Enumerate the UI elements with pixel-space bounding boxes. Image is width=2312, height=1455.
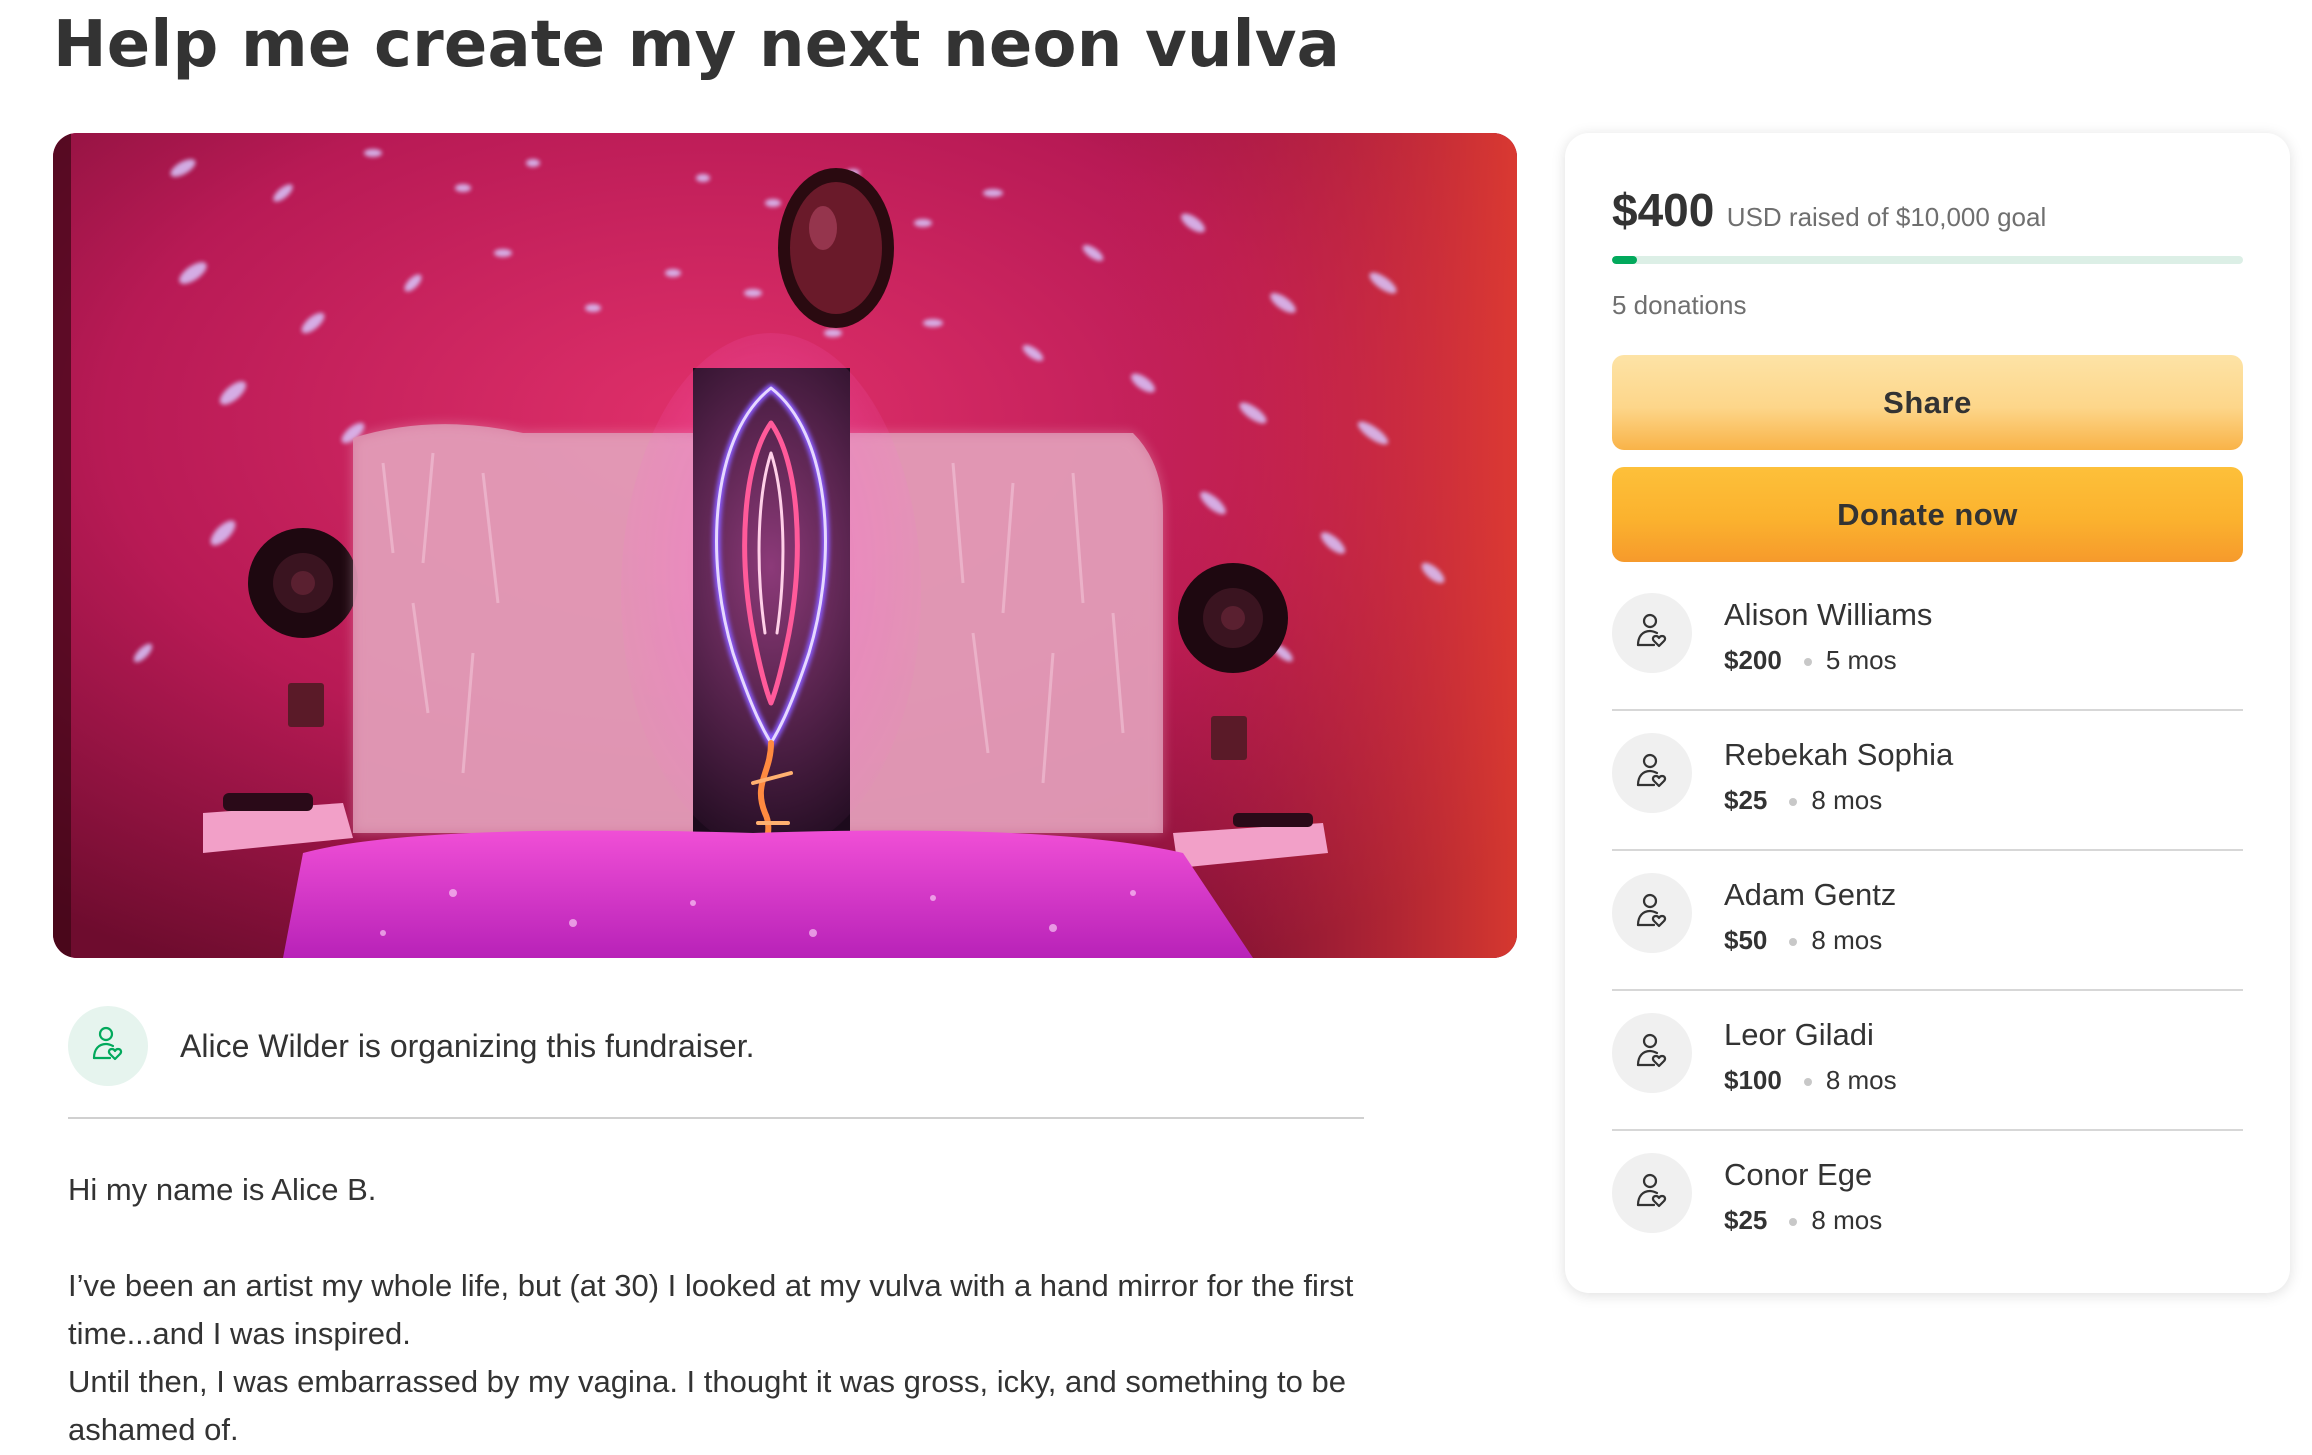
divider [68,1117,1364,1119]
story-paragraph: Hi my name is Alice B. [68,1172,377,1207]
user-heart-icon [1630,1169,1674,1218]
divider [1612,989,2243,991]
donor-time: 8 mos [1811,785,1883,815]
donor-avatar [1612,593,1692,673]
donor-name: Conor Ege [1724,1157,1873,1192]
donor-name: Adam Gentz [1724,877,1897,912]
user-heart-icon [1630,609,1674,658]
progress-bar-fill [1612,256,1638,264]
story-paragraph: I’ve been an artist my whole life, but (… [68,1268,1354,1351]
donor-meta: $100 8 mos [1724,1065,1897,1096]
divider [1612,709,2243,711]
donor-list-item: Rebekah Sophia $25 8 mos [1612,733,2243,873]
donor-list-item: Adam Gentz $50 8 mos [1612,873,2243,1013]
progress-bar [1612,256,2243,264]
divider [1612,849,2243,851]
user-heart-icon [1630,749,1674,798]
user-heart-icon [1630,1029,1674,1078]
divider [1612,1129,2243,1131]
organizer-avatar[interactable] [68,1006,148,1086]
donor-time: 8 mos [1825,1065,1897,1095]
donor-meta: $25 8 mos [1724,1205,1882,1236]
user-heart-icon [1630,889,1674,938]
separator-dot [1789,798,1798,807]
campaign-hero-image[interactable] [53,133,1517,958]
donor-avatar [1612,1153,1692,1233]
donor-time: 5 mos [1825,645,1897,675]
share-button[interactable]: Share [1612,355,2243,450]
donor-list-item: Leor Giladi $100 8 mos [1612,1013,2243,1153]
separator-dot [1789,938,1798,947]
raised-of-goal-text: USD raised of $10,000 goal [1726,202,2047,232]
organizer-text: Alice Wilder is organizing this fundrais… [180,1028,755,1064]
donate-now-button[interactable]: Donate now [1612,467,2243,562]
donor-name: Alison Williams [1724,597,1933,632]
donor-list-item: Conor Ege $25 8 mos [1612,1153,2243,1293]
donor-amount: $25 [1724,785,1768,815]
user-heart-icon [86,1022,130,1071]
donation-sidebar: $400 USD raised of $10,000 goal 5 donati… [1565,133,2290,1293]
neon-bedroom-photo [53,133,1517,958]
donor-name: Rebekah Sophia [1724,737,1954,772]
donor-meta: $200 5 mos [1724,645,1897,676]
separator-dot [1789,1218,1798,1227]
raised-amount: $400 [1612,184,1715,236]
separator-dot [1803,658,1812,667]
campaign-story: Hi my name is Alice B. I’ve been an arti… [68,1166,1358,1454]
donor-time: 8 mos [1811,925,1883,955]
donor-name: Leor Giladi [1724,1017,1874,1052]
donation-count[interactable]: 5 donations [1612,290,1746,321]
donor-time: 8 mos [1811,1205,1883,1235]
donor-amount: $100 [1724,1065,1782,1095]
amount-raised: $400 USD raised of $10,000 goal [1612,183,2046,237]
donor-list-item: Alison Williams $200 5 mos [1612,593,2243,733]
donor-avatar [1612,1013,1692,1093]
donor-avatar [1612,733,1692,813]
organizer-section: Alice Wilder is organizing this fundrais… [68,1006,1364,1119]
donor-meta: $25 8 mos [1724,785,1882,816]
donor-amount: $25 [1724,1205,1768,1235]
campaign-title: Help me create my next neon vulva [53,8,1341,82]
donor-amount: $50 [1724,925,1768,955]
donor-avatar [1612,873,1692,953]
separator-dot [1803,1078,1812,1087]
donor-meta: $50 8 mos [1724,925,1882,956]
donor-amount: $200 [1724,645,1782,675]
story-paragraph: Until then, I was embarrassed by my vagi… [68,1364,1346,1447]
